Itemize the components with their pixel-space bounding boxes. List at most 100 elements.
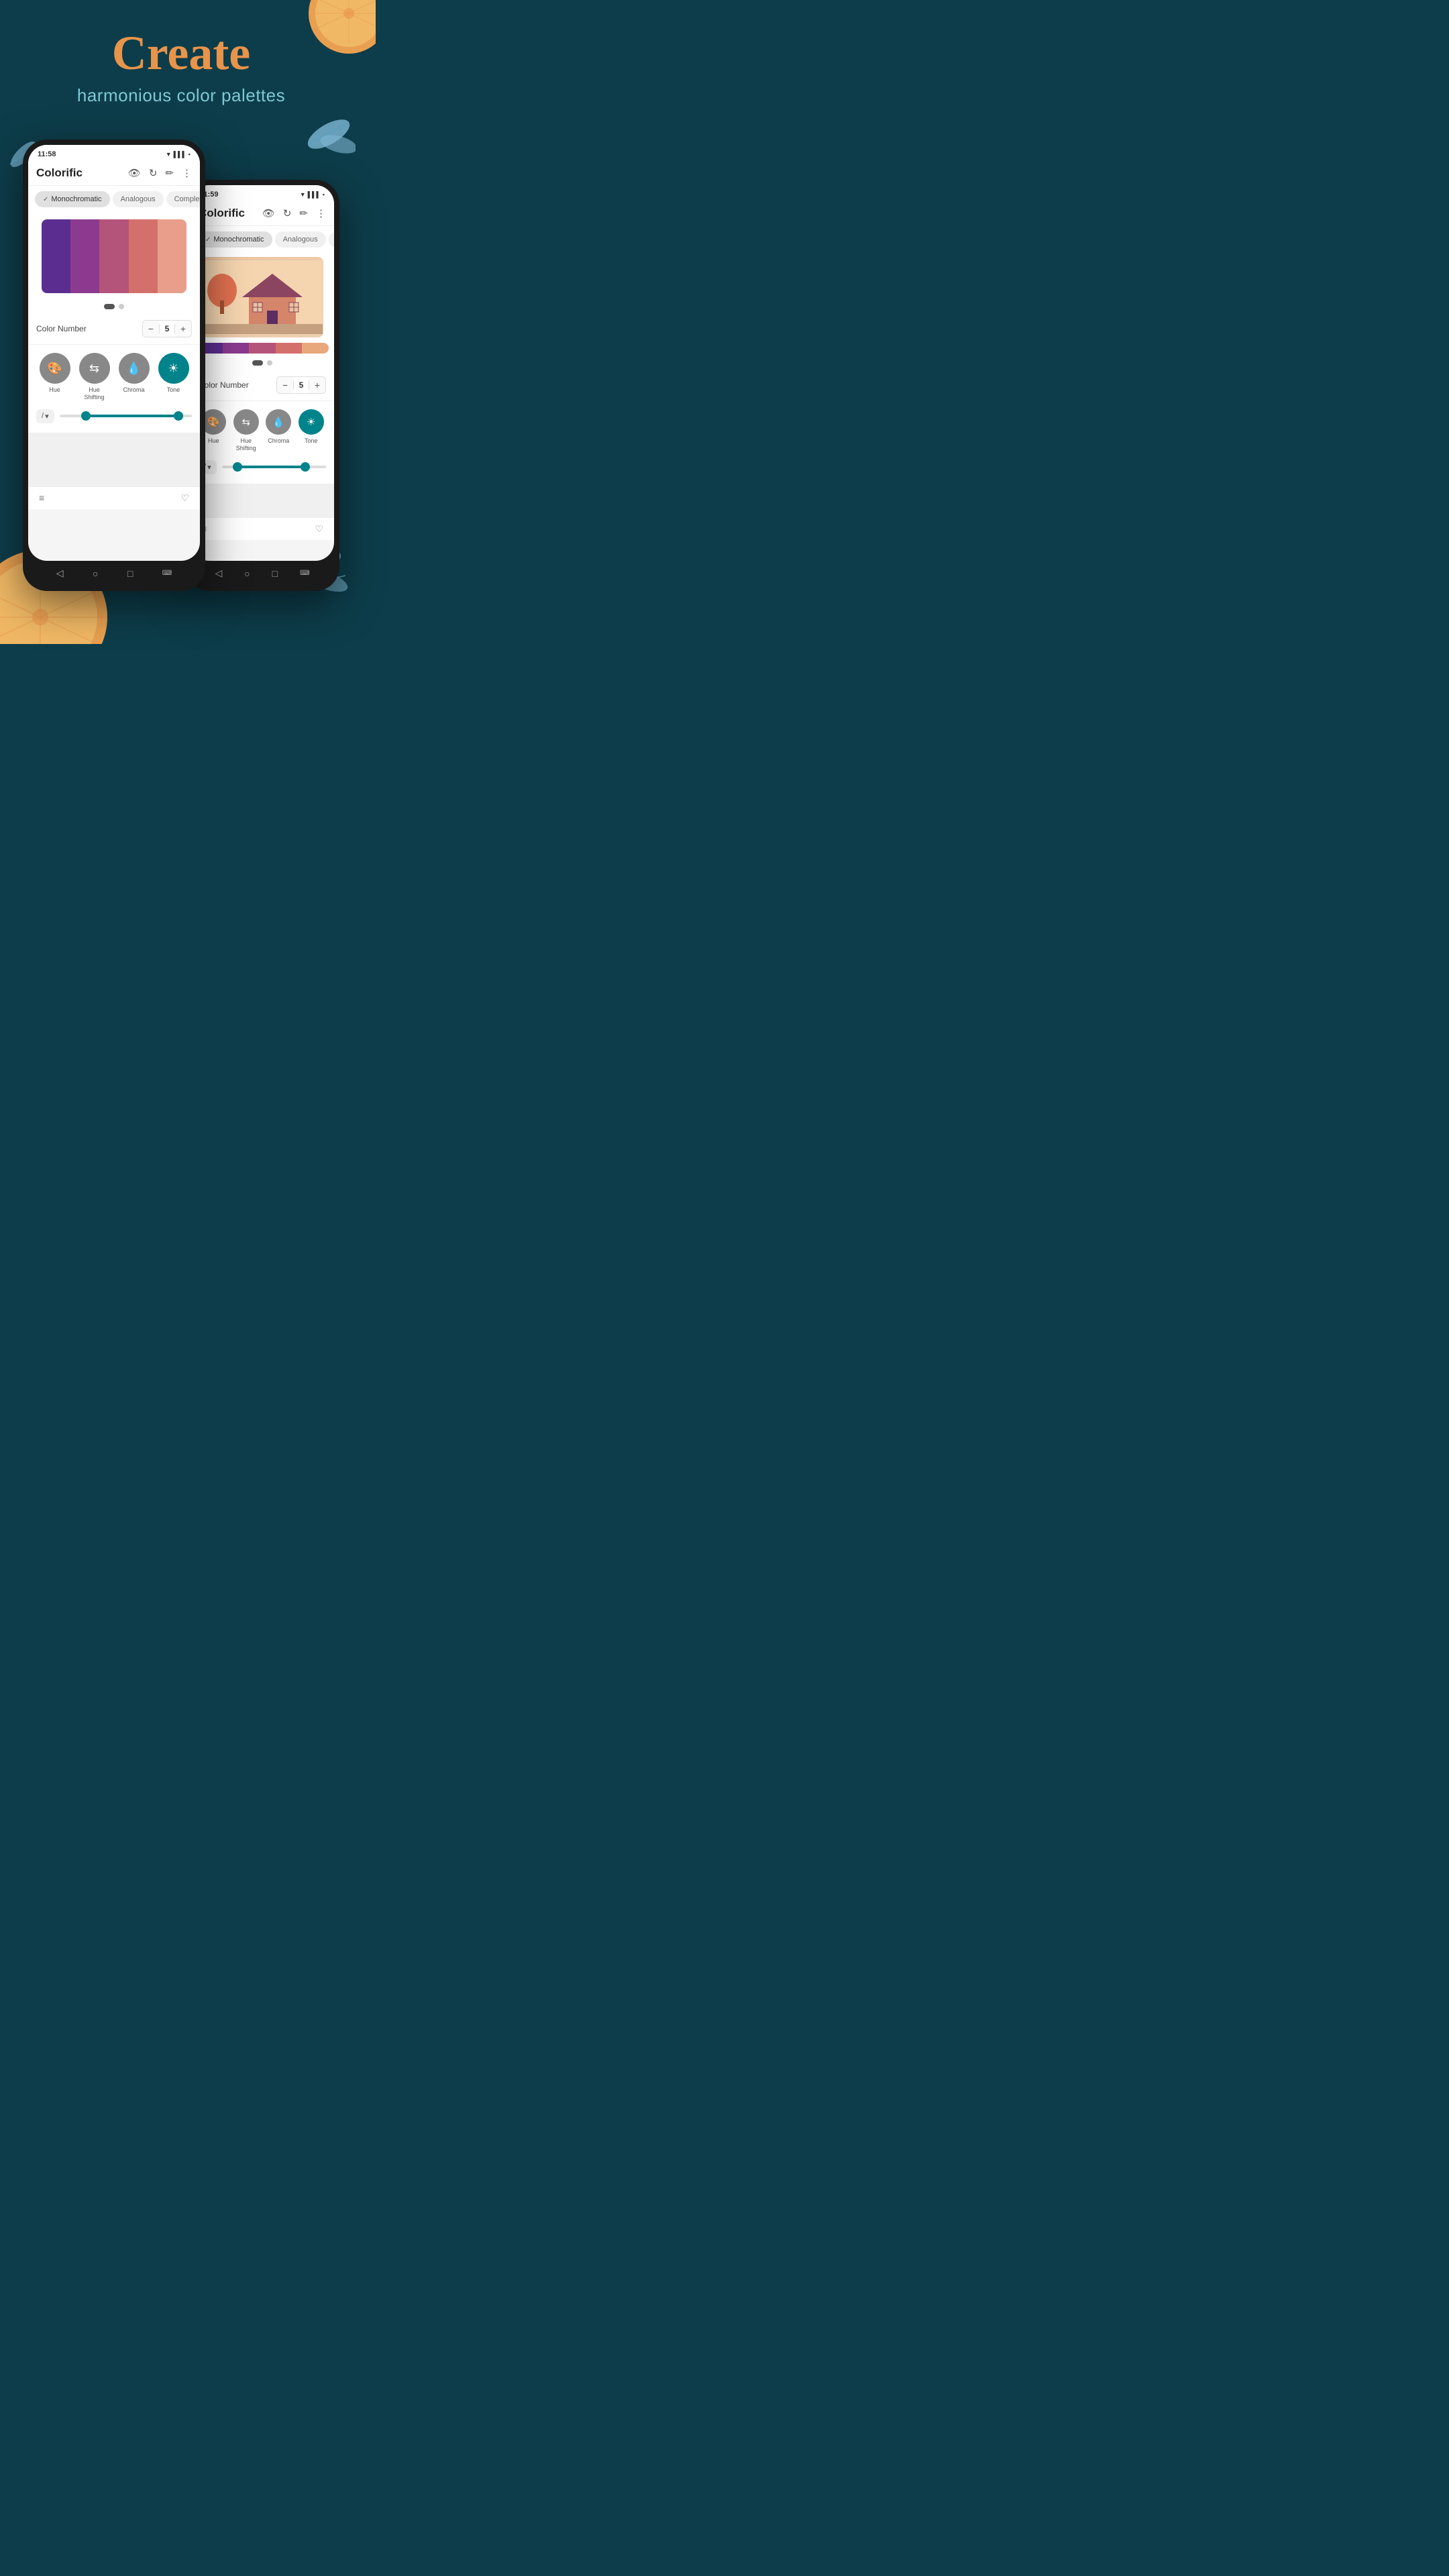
slider-thumb-left-right[interactable] [233,462,242,472]
color-number-label-left: Color Number [36,324,142,333]
home-btn-left[interactable]: ○ [93,568,98,579]
palette-bar-magenta [223,343,250,354]
app-bar-left: Colorific 👁 ↻ ✏ ⋮ [28,161,200,186]
palette-strip-left [42,219,186,293]
stepper-right: − 5 + [276,376,326,394]
tab-monochromatic-left[interactable]: Monochromatic [35,191,110,207]
tabs-right: Monochromatic Analogous Complemen... [191,226,334,248]
chroma-circle-left: 💧 [119,353,150,384]
dot-2 [119,304,124,309]
stepper-minus-right[interactable]: − [277,377,293,393]
eye-icon-right[interactable]: 👁 [262,207,275,219]
slider-thumb-right-right[interactable] [301,462,310,472]
palette-color-4 [129,219,158,293]
slider-fill-left [86,415,178,417]
palette-bar-pink [249,343,276,354]
battery-icon: ▪ [189,151,191,158]
bottom-nav-right: ≡ ♡ [191,517,334,540]
bottom-gray-right [191,484,334,517]
control-hue-shifting-left[interactable]: ⇆ HueShifting [79,353,110,401]
control-hue-shifting-right[interactable]: ⇆ HueShifting [233,409,259,452]
hue-label-right: Hue [208,437,219,445]
tab-analogous-left[interactable]: Analogous [113,191,164,207]
slider-fill-right [237,466,305,468]
phones-container: 11:58 ▼ ▌▌▌ ▪ Colorific 👁 ↻ ✏ ⋮ M [0,119,362,618]
control-tone-right[interactable]: ☀ Tone [299,409,324,452]
tone-label-left: Tone [167,386,180,394]
phone-nav-left: ◁ ○ □ ⌨ [28,561,200,586]
back-btn-right[interactable]: ◁ [215,568,222,579]
controls-row-left: 🎨 Hue ⇆ HueShifting 💧 Chroma ☀ Tone [28,345,200,404]
phone-nav-right: ◁ ○ □ ⌨ [191,561,334,586]
tab-analogous-right[interactable]: Analogous [275,231,326,248]
controls-row-right: 🎨 Hue ⇆ HueShifting 💧 Chroma ☀ Tone [191,401,334,455]
stepper-left: − 5 + [142,320,192,337]
menu-icon-left[interactable]: ≡ [39,492,44,503]
bottom-gray-left [28,433,200,486]
palette-color-3 [99,219,128,293]
control-chroma-right[interactable]: 💧 Chroma [266,409,291,452]
slider-thumb-left-left[interactable] [81,411,91,421]
slider-track-right[interactable] [222,466,326,468]
page-title: Create [13,27,349,80]
app-bar-icons-right: 👁 ↻ ✏ ⋮ [262,207,326,219]
bottom-nav-left: ≡ ♡ [28,486,200,509]
heart-icon-left[interactable]: ♡ [180,492,189,504]
slider-thumb-right-left[interactable] [174,411,183,421]
tone-circle-left: ☀ [158,353,189,384]
back-btn-left[interactable]: ◁ [56,568,64,579]
refresh-icon[interactable]: ↻ [149,167,158,179]
pagination-left [35,300,193,313]
recent-btn-right[interactable]: □ [272,568,278,579]
eyedropper-icon-right[interactable]: ✏ [299,207,308,219]
hue-shifting-circle-left: ⇆ [79,353,110,384]
control-hue-left[interactable]: 🎨 Hue [40,353,70,401]
stepper-minus-left[interactable]: − [143,321,159,337]
control-tone-left[interactable]: ☀ Tone [158,353,189,401]
recent-btn-left[interactable]: □ [127,568,133,579]
more-icon[interactable]: ⋮ [182,167,192,179]
tone-label-right: Tone [305,437,318,445]
tab-complementary-right[interactable]: Complemen... [329,231,334,248]
stepper-plus-right[interactable]: + [309,377,325,393]
status-time-left: 11:58 [38,150,56,158]
status-bar-left: 11:58 ▼ ▌▌▌ ▪ [28,145,200,161]
keyboard-btn-left[interactable]: ⌨ [162,570,172,577]
hue-circle-left: 🎨 [40,353,70,384]
tab-complementary-left[interactable]: Complemen... [166,191,200,207]
heart-icon-right[interactable]: ♡ [315,523,323,535]
battery-icon-right: ▪ [323,191,325,198]
pagination-right [196,356,329,370]
keyboard-btn-right[interactable]: ⌨ [300,570,309,577]
palette-color-1 [42,219,70,293]
slider-track-left[interactable] [60,415,192,417]
refresh-icon-right[interactable]: ↻ [283,207,292,219]
chroma-label-right: Chroma [268,437,289,445]
dot-1 [104,304,115,309]
stepper-plus-left[interactable]: + [175,321,191,337]
color-number-row-right: Color Number − 5 + [191,370,334,401]
home-btn-right[interactable]: ○ [244,568,250,579]
palette-bar-peach [302,343,329,354]
eyedropper-icon[interactable]: ✏ [165,167,174,179]
hue-shifting-label-right: HueShifting [236,437,256,452]
tone-circle-right: ☀ [299,409,324,435]
control-chroma-left[interactable]: 💧 Chroma [119,353,150,401]
slider-mode-btn-left[interactable]: / ▾ [36,409,54,423]
chroma-circle-right: 💧 [266,409,291,435]
palette-color-5 [158,219,186,293]
chevron-down-icon: ▾ [45,412,49,421]
palette-color-2 [70,219,99,293]
signal-icon-right: ▌▌▌ [308,191,321,198]
phone-left: 11:58 ▼ ▌▌▌ ▪ Colorific 👁 ↻ ✏ ⋮ M [23,140,205,591]
hue-label-left: Hue [49,386,60,394]
palette-bar-right [196,343,329,354]
eye-icon[interactable]: 👁 [128,167,141,179]
app-name-right: Colorific [199,207,262,220]
slider-row-right: / ▾ [191,455,334,484]
stepper-value-right: 5 [293,380,309,390]
slider-row-left: / ▾ [28,404,200,433]
more-icon-right[interactable]: ⋮ [316,207,326,219]
stepper-value-left: 5 [159,324,175,333]
tab-monochromatic-right[interactable]: Monochromatic [197,231,272,248]
